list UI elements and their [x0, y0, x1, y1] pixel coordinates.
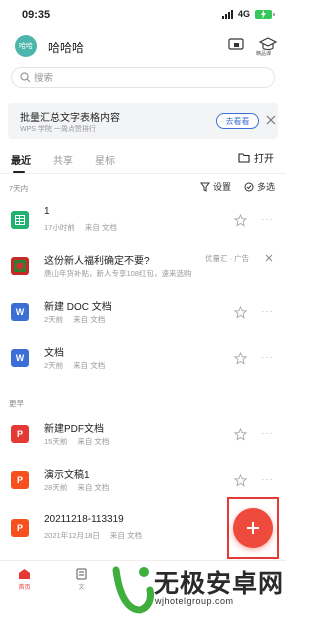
section-recent-label: 7天内: [9, 184, 29, 193]
file-time: 28天前: [44, 483, 68, 492]
more-icon[interactable]: ···: [261, 307, 274, 317]
presentation-icon: P: [11, 471, 29, 489]
spreadsheet-icon: [11, 211, 29, 229]
nav-docs[interactable]: 文: [76, 568, 87, 591]
folder-icon: [238, 152, 250, 163]
tools-label: 精品课: [256, 51, 272, 57]
watermark-title: 无极安卓网: [154, 570, 285, 598]
signal-icon: [221, 9, 233, 19]
file-source: 来自 文档: [84, 223, 117, 232]
nav-home[interactable]: 首页: [18, 568, 31, 591]
promo-banner[interactable]: 批量汇总文字表格内容 WPS 学院 一周点赞排行 去看看: [8, 103, 278, 139]
more-icon[interactable]: ···: [261, 353, 274, 363]
file-source: 来自 文档: [73, 361, 106, 370]
file-name: 文档: [44, 348, 64, 359]
tab-starred[interactable]: 星标: [95, 152, 115, 167]
section-earlier-label: 更早: [9, 399, 24, 408]
battery-icon: [255, 9, 275, 19]
word-doc-icon: W: [11, 349, 29, 367]
check-circle-icon: [244, 182, 254, 191]
file-name: 新建 DOC 文档: [44, 302, 112, 313]
ad-text: 唐山年货补贴，新人专享108红包，速来选购: [44, 269, 192, 278]
watermark-url: wjhotelgroup.com: [155, 596, 234, 606]
document-icon: [76, 568, 87, 580]
file-row[interactable]: W 文档 2天前 来自 文档 ···: [0, 336, 286, 382]
search-icon: [20, 72, 31, 83]
more-icon[interactable]: ···: [261, 475, 274, 485]
file-name: 20211218-113319: [44, 514, 124, 525]
word-doc-icon: W: [11, 303, 29, 321]
status-icons: 4G: [221, 9, 275, 19]
star-icon[interactable]: [234, 428, 247, 441]
new-document-button[interactable]: [233, 508, 273, 548]
settings-button[interactable]: 设置: [200, 180, 231, 193]
ad-thumbnail: [11, 257, 29, 275]
file-source: 来自 文档: [73, 315, 106, 324]
ad-title: 这份新人福利确定不要?: [44, 256, 150, 267]
star-icon[interactable]: [234, 306, 247, 319]
file-meta: 2021年12月18日 来自 文档: [44, 530, 142, 541]
cast-icon[interactable]: [228, 38, 244, 52]
file-meta: 15天前 来自 文档: [44, 436, 109, 447]
search-bar[interactable]: [11, 67, 275, 88]
multiselect-button[interactable]: 多选: [244, 180, 275, 193]
filter-settings-icon: [200, 182, 210, 192]
open-label: 打开: [254, 154, 274, 165]
file-source: 来自 文档: [109, 531, 142, 540]
more-icon[interactable]: ···: [261, 215, 274, 225]
file-meta: 17小时前 来自 文档: [44, 222, 117, 233]
avatar[interactable]: 哈哈: [15, 35, 37, 57]
presentation-icon: P: [11, 519, 29, 537]
banner-title: 批量汇总文字表格内容: [20, 113, 120, 124]
plus-icon: [247, 522, 259, 534]
star-icon[interactable]: [234, 214, 247, 227]
file-time: 17小时前: [44, 223, 75, 232]
close-icon[interactable]: [266, 115, 276, 125]
file-row[interactable]: W 新建 DOC 文档 2天前 来自 文档 ···: [0, 290, 286, 336]
ad-row[interactable]: 这份新人福利确定不要? 唐山年货补贴，新人专享108红包，速来选购 优量汇 · …: [0, 244, 286, 290]
file-name: 演示文稿1: [44, 470, 90, 481]
network-label: 4G: [237, 9, 250, 19]
file-meta: 2天前 来自 文档: [44, 360, 105, 371]
banner-subtitle: WPS 学院 一周点赞排行: [20, 126, 96, 133]
tab-shared[interactable]: 共享: [53, 152, 73, 167]
divider: [0, 173, 286, 174]
file-time: 2天前: [44, 315, 64, 324]
file-meta: 28天前 来自 文档: [44, 482, 109, 493]
search-input[interactable]: [34, 70, 254, 86]
settings-label: 设置: [213, 182, 232, 192]
file-time: 2021年12月18日: [44, 531, 100, 540]
status-time: 09:35: [22, 9, 51, 21]
watermark: 无极安卓网 wjhotelgroup.com: [88, 560, 286, 620]
pdf-icon: P: [11, 425, 29, 443]
username[interactable]: 哈哈哈: [48, 39, 84, 56]
file-time: 15天前: [44, 437, 68, 446]
star-icon[interactable]: [234, 474, 247, 487]
ad-description: 唐山年货补贴，新人专享108红包，速来选购: [44, 268, 192, 279]
file-row[interactable]: 1 17小时前 来自 文档 ···: [0, 198, 286, 244]
ad-tag: 优量汇 · 广告: [205, 254, 250, 263]
banner-view-button[interactable]: 去看看: [216, 113, 259, 129]
home-icon: [19, 569, 30, 579]
star-icon[interactable]: [234, 352, 247, 365]
open-button[interactable]: 打开: [238, 150, 274, 165]
file-source: 来自 文档: [77, 483, 110, 492]
status-bar: 09:35 4G: [0, 0, 286, 30]
multiselect-label: 多选: [257, 182, 276, 192]
watermark-logo: [112, 565, 154, 614]
header: 哈哈 哈哈哈: [0, 30, 286, 64]
file-meta: 2天前 来自 文档: [44, 314, 105, 325]
file-time: 2天前: [44, 361, 64, 370]
close-icon[interactable]: [265, 254, 273, 262]
nav-home-label: 首页: [18, 585, 31, 591]
nav-docs-label: 文: [78, 585, 85, 591]
more-icon[interactable]: ···: [261, 429, 274, 439]
tab-recent[interactable]: 最近: [11, 152, 31, 167]
file-name: 新建PDF文档: [44, 424, 104, 435]
file-source: 来自 文档: [77, 437, 110, 446]
file-row[interactable]: P 新建PDF文档 15天前 来自 文档 ···: [0, 412, 286, 458]
file-name: 1: [44, 206, 50, 217]
